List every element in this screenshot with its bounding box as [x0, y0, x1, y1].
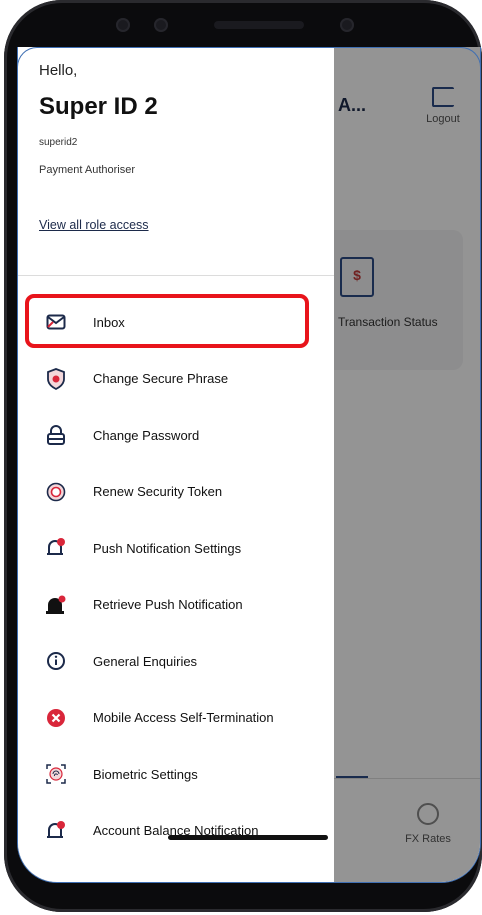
- drawer-divider: [18, 275, 334, 276]
- bell-balance-icon: [45, 820, 67, 842]
- lock-icon: [45, 424, 67, 446]
- user-name: Super ID 2: [39, 93, 158, 120]
- menu-item-mobile-access-self-termination[interactable]: Mobile Access Self-Termination: [18, 690, 334, 747]
- greeting-text: Hello,: [39, 62, 78, 79]
- inbox-highlight-annotation: [25, 294, 309, 348]
- close-circle-icon: [45, 707, 67, 729]
- menu-label: General Enquiries: [93, 653, 198, 669]
- user-role: Payment Authoriser: [39, 164, 135, 176]
- shield-icon: [45, 367, 67, 390]
- menu-item-general-enquiries[interactable]: General Enquiries: [18, 633, 334, 690]
- menu-item-biometric-settings[interactable]: Biometric Settings: [18, 746, 334, 803]
- token-icon: [45, 481, 67, 503]
- user-id: superid2: [39, 137, 78, 148]
- front-camera-icon: [340, 18, 354, 32]
- sensor-dot: [116, 18, 130, 32]
- menu-label: Renew Security Token: [93, 484, 223, 500]
- navigation-drawer: Hello, Super ID 2 superid2 Payment Autho…: [18, 47, 334, 882]
- bell-settings-icon: [45, 537, 67, 559]
- menu-label: Biometric Settings: [93, 766, 198, 782]
- menu-item-account-balance-notification[interactable]: Account Balance Notification: [18, 803, 334, 860]
- menu-item-change-password[interactable]: Change Password: [18, 407, 334, 464]
- earpiece-speaker: [214, 21, 304, 29]
- drawer-menu: Inbox Change Secure Phrase Change Passwo…: [18, 294, 334, 859]
- bell-icon: [45, 594, 67, 616]
- menu-label: Retrieve Push Notification: [93, 597, 243, 613]
- menu-label: Change Secure Phrase: [93, 371, 229, 387]
- menu-item-change-secure-phrase[interactable]: Change Secure Phrase: [18, 351, 334, 408]
- home-indicator[interactable]: [168, 835, 328, 840]
- camera-icon: [154, 18, 168, 32]
- menu-item-retrieve-push-notification[interactable]: Retrieve Push Notification: [18, 577, 334, 634]
- menu-label: Push Notification Settings: [93, 540, 242, 556]
- fingerprint-icon: [45, 763, 67, 785]
- menu-label: Mobile Access Self-Termination: [93, 710, 274, 726]
- menu-item-push-notification-settings[interactable]: Push Notification Settings: [18, 520, 334, 577]
- menu-item-renew-security-token[interactable]: Renew Security Token: [18, 464, 334, 521]
- phone-screen: A... Logout $ Transaction Status FX Rate…: [17, 47, 481, 883]
- view-role-access-link[interactable]: View all role access: [39, 218, 149, 232]
- info-icon: [45, 650, 67, 672]
- menu-label: Change Password: [93, 427, 200, 443]
